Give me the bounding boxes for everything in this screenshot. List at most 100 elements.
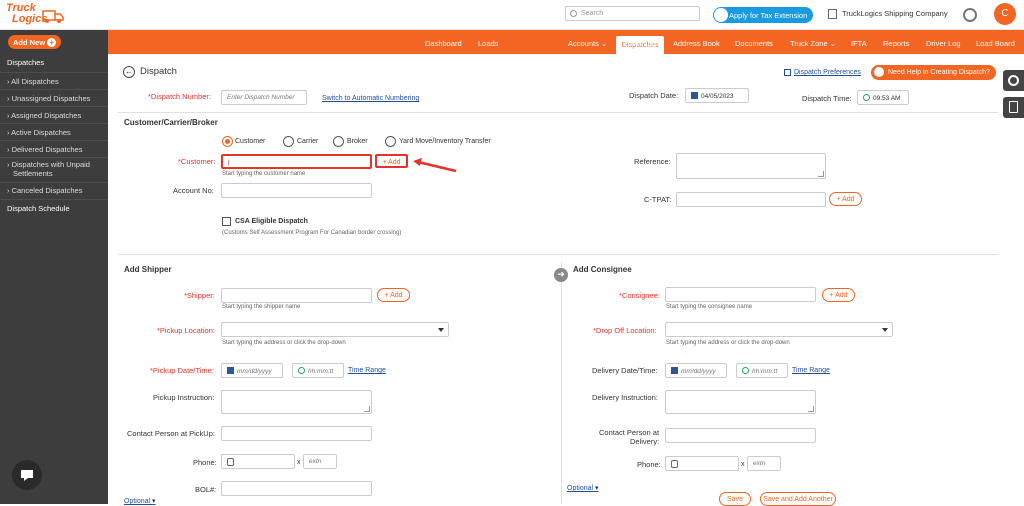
sidebar-item-canceled[interactable]: › Canceled Dispatches [0,182,108,199]
dropdown-caret-icon [882,328,888,332]
reference-textarea[interactable] [676,153,826,179]
chevron-down-icon: ⌄ [829,39,837,48]
pickup-contact-label: Contact Person at PickUp: [127,429,215,438]
sidebar-item-schedule[interactable]: Dispatch Schedule [0,199,108,216]
pickup-contact-input[interactable] [221,426,372,441]
dispatch-preferences-link[interactable]: Dispatch Preferences [794,69,861,76]
nav-loads[interactable]: Loads [478,39,498,48]
sidebar-item-unassigned[interactable]: › Unassigned Dispatches [0,89,108,106]
dispatch-date-input[interactable]: 04/05/2023 [685,88,749,103]
dispatch-number-input[interactable]: Enter Dispatch Number [221,90,307,105]
sidebar-item-delivered[interactable]: › Delivered Dispatches [0,140,108,157]
add-shipper-button[interactable]: + Add [377,288,410,302]
delivery-instruction-textarea[interactable] [665,390,816,414]
copy-shipper-arrow-icon[interactable]: ➜ [554,268,568,282]
nav-dashboard[interactable]: Dashboard [425,39,462,48]
chevron-down-icon: ⌄ [600,39,608,48]
add-new-label: Add New [13,38,46,47]
delivery-contact-label: Contact Person at [599,428,660,437]
help-creating-dispatch-button[interactable]: Need Help in Creating Dispatch? [871,65,996,80]
delivery-contact-input[interactable] [665,428,816,443]
quick-settings-tab[interactable] [1003,70,1024,91]
delivery-date-input[interactable]: mm/dd/yyyy [665,363,727,378]
pickup-date-input[interactable]: mm/dd/yyyy [221,363,283,378]
nav-load-board[interactable]: Load Board [976,39,1015,48]
consignee-label: *Consignee: [619,291,660,300]
sidebar-item-unpaid[interactable]: › Dispatches with Unpaid Settlements [0,157,108,182]
add-new-button[interactable]: Add New + [8,35,61,49]
company-switcher[interactable]: TruckLogics Shipping Company [828,9,948,20]
radio-yard-move[interactable] [385,136,396,147]
pickup-location-label-text: *Pickup Location: [157,326,215,335]
nav-ifta[interactable]: IFTA [851,39,867,48]
pickup-ext-input[interactable]: extn [303,454,337,469]
global-search-input[interactable]: Search [565,6,700,21]
pickup-time-range-link[interactable]: Time Range [348,367,386,374]
dropoff-location-select[interactable] [665,322,893,337]
dropoff-location-hint: Start typing the address or click the dr… [666,340,790,346]
consignee-input[interactable] [665,287,816,302]
radio-customer[interactable] [222,136,233,147]
delivery-phone-input[interactable] [665,456,739,471]
pickup-phone-input[interactable] [221,454,295,469]
dispatch-date-value: 04/05/2023 [701,93,734,100]
phone-icon [671,460,678,468]
nav-truck-zone[interactable]: Truck Zone ⌄ [790,39,836,48]
add-consignee-button[interactable]: + Add [822,288,855,302]
delivery-time-range-link[interactable]: Time Range [792,367,830,374]
consignee-section-title: Add Consignee [573,265,632,274]
pickup-phone-label: Phone: [193,458,217,467]
sidebar-item-all[interactable]: › All Dispatches [0,72,108,89]
optional-label: Optional [567,485,594,492]
csa-label: CSA Eligible Dispatch [235,218,308,225]
annotation-arrow-icon [413,158,457,173]
delivery-ext-input[interactable]: extn [747,456,781,471]
nav-reports[interactable]: Reports [883,39,909,48]
sidebar-heading: Dispatches [7,58,45,67]
sidebar-item-label: Delivered Dispatches [11,145,83,154]
tax-extension-button[interactable]: Apply for Tax Extension [713,7,813,23]
csa-checkbox[interactable] [222,217,231,226]
radio-broker[interactable] [333,136,344,147]
sidebar: Add New + Dispatches › All Dispatches › … [0,30,108,504]
add-customer-button[interactable]: + Add [375,154,408,168]
shipper-input[interactable] [221,288,372,303]
sidebar-item-assigned[interactable]: › Assigned Dispatches [0,106,108,123]
dispatch-time-input[interactable]: 09:53 AM [857,90,909,105]
nav-documents[interactable]: Documents [735,39,773,48]
nav-accounts[interactable]: Accounts ⌄ [568,39,607,48]
radio-carrier[interactable] [283,136,294,147]
pickup-time-input[interactable]: hh:mm:tt [292,363,344,378]
sidebar-item-label: Canceled Dispatches [11,186,83,195]
pickup-instruction-label: Pickup Instruction: [153,393,215,402]
bol-input[interactable] [221,481,372,496]
user-avatar[interactable]: C [994,3,1016,25]
calendar-icon [227,367,234,374]
nav-driver-log[interactable]: Driver Log [926,39,961,48]
quick-notes-tab[interactable] [1003,97,1024,118]
nav-email-log[interactable]: Email Log [623,39,656,48]
delivery-instruction-label: Delivery Instruction: [592,393,658,402]
dispatch-number-label-text: *Dispatch Number: [148,92,211,101]
clock-icon [863,94,870,101]
customer-label-text: *Customer: [178,157,216,166]
sidebar-item-active[interactable]: › Active Dispatches [0,123,108,140]
back-arrow-icon[interactable]: ← [123,66,135,78]
pickup-location-hint: Start typing the address or click the dr… [222,340,346,346]
account-no-input[interactable] [221,183,372,198]
nav-address-book[interactable]: Address Book [673,39,720,48]
switch-auto-numbering-link[interactable]: Switch to Automatic Numbering [322,95,419,102]
pickup-location-select[interactable] [221,322,449,337]
trucklogics-logo[interactable]: Truck Logics [6,3,64,27]
customer-input[interactable]: | [221,154,372,169]
ctpat-input[interactable] [676,192,826,207]
phone-icon [227,458,234,466]
page-title: Dispatch [140,66,177,77]
dropoff-location-label: *Drop Off Location: [593,326,657,335]
add-ctpat-button[interactable]: + Add [829,192,862,206]
consignee-optional-toggle[interactable]: Optional ▾ [567,484,599,492]
pickup-instruction-textarea[interactable] [221,390,372,414]
delivery-time-input[interactable]: hh:mm:tt [736,363,788,378]
chat-widget-button[interactable] [12,460,42,490]
settings-gear-icon[interactable] [963,8,977,22]
